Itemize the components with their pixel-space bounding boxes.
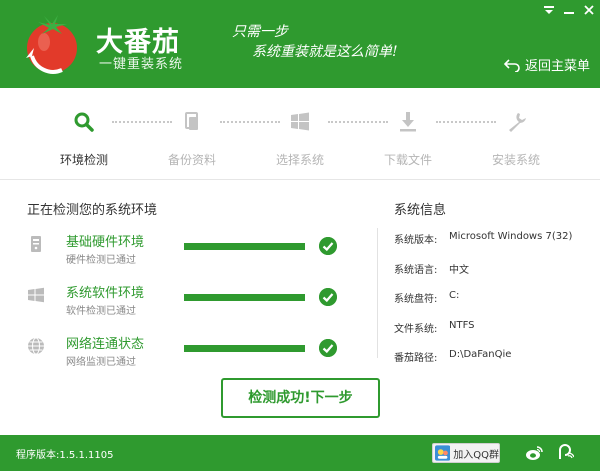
step-label: 环境检测	[59, 153, 108, 167]
check-software: 系统软件环境 软件检测已通过	[27, 282, 357, 326]
check-desc: 硬件检测已通过	[66, 255, 136, 266]
sysinfo-key: 系统版本:	[394, 235, 438, 246]
brand-subtitle: 一键重装系统	[99, 57, 184, 72]
step-backup: 备份资料	[142, 88, 242, 180]
check-desc: 软件检测已通过	[66, 306, 136, 317]
step-install: 安装系统	[466, 88, 566, 180]
header-bar: 大番茄 一键重装系统 只需一步 系统重装就是这么简单! 返回主菜单	[0, 0, 600, 88]
version-text: 程序版本:1.5.1.1105	[16, 450, 114, 461]
weibo-icon[interactable]	[525, 444, 543, 462]
slogan: 只需一步 系统重装就是这么简单!	[232, 22, 432, 62]
step-label: 备份资料	[167, 153, 216, 167]
divider	[377, 228, 378, 358]
search-icon	[74, 112, 94, 132]
tomato-logo-icon	[26, 15, 77, 74]
step-label: 安装系统	[491, 153, 540, 167]
back-to-menu-button[interactable]: 返回主菜单	[503, 55, 590, 74]
back-arrow-icon	[503, 58, 520, 72]
sysinfo-value: C:	[449, 290, 460, 301]
wrench-icon	[509, 113, 526, 132]
slogan-line1: 只需一步	[232, 24, 288, 40]
join-qq-group-label: 加入QQ群	[453, 449, 499, 461]
progress-bar	[184, 294, 305, 301]
sysinfo-value: NTFS	[449, 320, 475, 331]
progress-bar	[184, 345, 305, 352]
menu-icon[interactable]	[540, 4, 558, 18]
sysinfo-title: 系统信息	[394, 203, 447, 218]
sysinfo-key: 文件系统:	[394, 324, 438, 335]
step-download: 下载文件	[358, 88, 458, 180]
sysinfo-key: 系统语言:	[394, 265, 438, 276]
windows-icon	[28, 287, 44, 303]
check-name: 系统软件环境	[66, 286, 145, 301]
minimize-icon[interactable]	[560, 4, 578, 18]
check-ok-icon	[319, 237, 337, 255]
globe-icon	[28, 337, 44, 355]
back-to-menu-label: 返回主菜单	[524, 59, 590, 74]
next-step-button[interactable]: 检测成功!下一步	[221, 378, 380, 418]
close-icon[interactable]	[580, 4, 598, 18]
join-qq-group-button[interactable]: 加入QQ群	[432, 443, 500, 463]
check-name: 基础硬件环境	[66, 235, 145, 250]
detection-title: 正在检测您的系统环境	[27, 203, 158, 218]
copy-icon	[185, 112, 198, 130]
slogan-line2: 系统重装就是这么简单!	[252, 44, 398, 60]
sysinfo-key: 番茄路径:	[394, 353, 438, 364]
sysinfo-key: 系统盘符:	[394, 294, 438, 305]
sysinfo-value: 中文	[449, 265, 469, 276]
download-icon	[400, 112, 416, 132]
sysinfo-value: D:\DaFanQie	[449, 349, 512, 360]
step-choose-system: 选择系统	[250, 88, 350, 180]
windows-icon	[291, 112, 309, 131]
progress-bar	[184, 243, 305, 250]
step-label: 下载文件	[383, 153, 432, 167]
support-icon[interactable]	[556, 444, 574, 462]
check-ok-icon	[319, 288, 337, 306]
check-desc: 网络监测已通过	[66, 357, 136, 368]
step-environment-check: 环境检测	[34, 88, 134, 180]
hardware-icon	[31, 236, 41, 252]
check-name: 网络连通状态	[66, 337, 145, 352]
check-ok-icon	[319, 339, 337, 357]
steps-bar: 环境检测 备份资料 选择系统 下载文件 安装系统	[0, 88, 600, 180]
qq-group-icon	[435, 445, 451, 461]
check-network: 网络连通状态 网络监测已通过	[27, 333, 357, 377]
sysinfo-value: Microsoft Windows 7(32)	[449, 231, 573, 242]
step-label: 选择系统	[275, 153, 324, 167]
footer-bar: 程序版本:1.5.1.1105 加入QQ群	[0, 435, 600, 471]
check-hardware: 基础硬件环境 硬件检测已通过	[27, 231, 357, 275]
